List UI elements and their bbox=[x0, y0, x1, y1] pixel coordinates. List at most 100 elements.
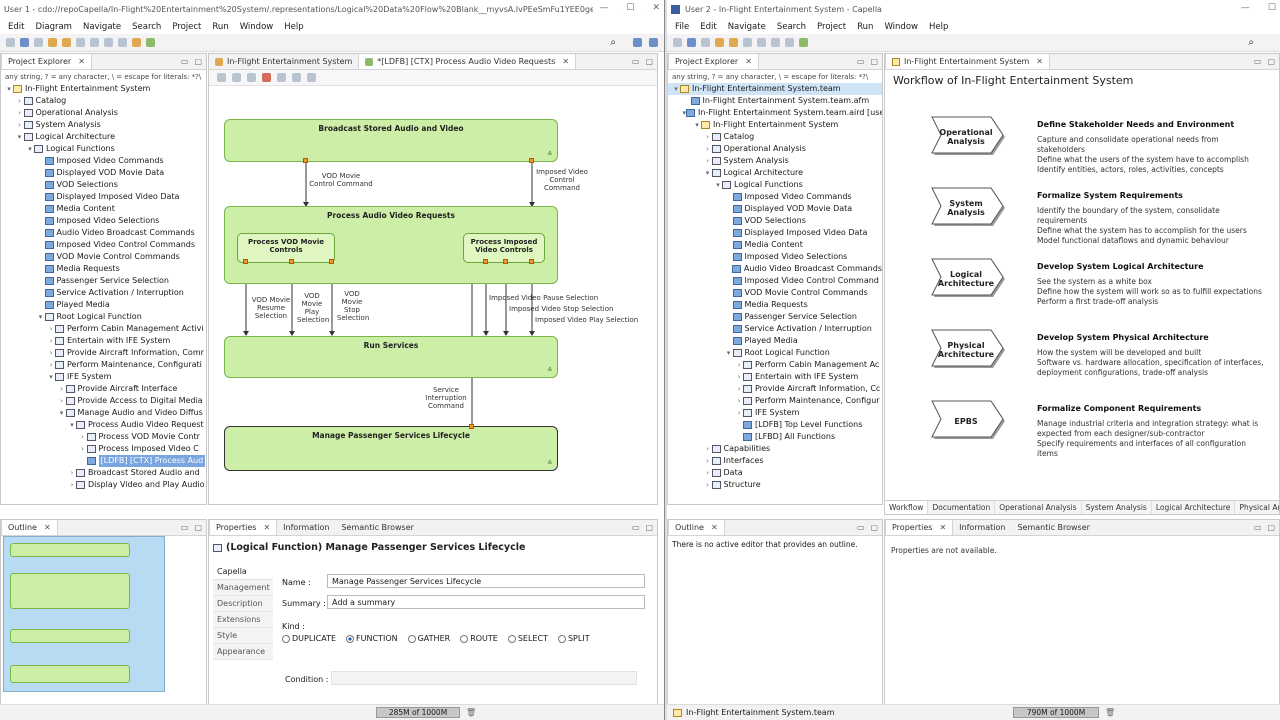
tree-item[interactable]: › System Analysis bbox=[1, 119, 206, 131]
collapse-icon[interactable]: ▾ bbox=[58, 407, 66, 419]
expand-icon[interactable]: › bbox=[735, 395, 743, 407]
tree-item[interactable]: Imposed Video Commands bbox=[668, 191, 882, 203]
expand-icon[interactable]: › bbox=[735, 359, 743, 371]
expand-icon[interactable]: › bbox=[704, 443, 712, 455]
close-tab-icon[interactable]: ✕ bbox=[711, 523, 718, 532]
expand-icon[interactable]: › bbox=[704, 479, 712, 491]
expand-icon[interactable]: › bbox=[79, 431, 87, 443]
tree-item[interactable]: › IFE System bbox=[668, 407, 882, 419]
kind-radio-duplicate[interactable]: DUPLICATE bbox=[282, 634, 336, 643]
heap-status[interactable]: 790M of 1000M bbox=[1013, 707, 1099, 718]
workflow-tab-2[interactable]: Operational Analysis bbox=[995, 501, 1082, 514]
minimize-icon[interactable]: — bbox=[1241, 3, 1250, 13]
tree-item[interactable]: [LDFB] [CTX] Process Aud bbox=[1, 455, 206, 467]
menu-search[interactable]: Search bbox=[777, 22, 806, 32]
kind-radio-gather[interactable]: GATHER bbox=[407, 634, 450, 643]
perspective-icon[interactable] bbox=[633, 38, 642, 47]
collapse-icon[interactable]: ▾ bbox=[47, 371, 55, 383]
tree-item[interactable]: VOD Movie Control Commands bbox=[668, 287, 882, 299]
undo-icon[interactable] bbox=[743, 38, 752, 47]
tab-information[interactable]: Information bbox=[277, 520, 335, 535]
maximize-icon[interactable]: ▢ bbox=[645, 523, 653, 532]
tree-item[interactable]: › Perform Maintenance, Configurati bbox=[1, 359, 206, 371]
name-field[interactable]: Manage Passenger Services Lifecycle bbox=[327, 574, 645, 588]
collapse-icon[interactable]: ▾ bbox=[704, 167, 712, 179]
side-tab-capella[interactable]: Capella bbox=[213, 564, 273, 580]
forward-icon[interactable] bbox=[785, 38, 794, 47]
collapse-icon[interactable]: ▾ bbox=[37, 311, 45, 323]
tree-item[interactable]: Media Requests bbox=[1, 263, 206, 275]
workflow-tab-4[interactable]: Logical Architecture bbox=[1152, 501, 1236, 514]
radio-button[interactable] bbox=[557, 634, 566, 643]
filter-input[interactable]: any string, ? = any character, \ = escap… bbox=[668, 70, 882, 83]
tree-item[interactable]: › Perform Cabin Management Activi bbox=[1, 323, 206, 335]
tree-item[interactable]: ▾ Logical Functions bbox=[1, 143, 206, 155]
tree-item[interactable]: ▾ In-Flight Entertainment System.team.air… bbox=[668, 107, 882, 119]
tree-item[interactable]: Audio Video Broadcast Commands bbox=[1, 227, 206, 239]
collapse-icon[interactable]: ▾ bbox=[693, 119, 701, 131]
expand-icon[interactable]: › bbox=[704, 455, 712, 467]
tree-item[interactable]: › Entertain with IFE System bbox=[1, 335, 206, 347]
build-icon[interactable] bbox=[62, 38, 71, 47]
minimize-icon[interactable]: ▭ bbox=[857, 57, 865, 66]
tree-item[interactable]: › Catalog bbox=[1, 95, 206, 107]
function-run-services[interactable]: Run Services ⩓ bbox=[224, 336, 558, 378]
minimize-icon[interactable]: ▭ bbox=[181, 523, 189, 532]
tree-item[interactable]: › Data bbox=[668, 467, 882, 479]
menu-edit[interactable]: Edit bbox=[700, 22, 716, 32]
tree-item[interactable]: › System Analysis bbox=[668, 155, 882, 167]
tab-project-explorer[interactable]: Project Explorer ✕ bbox=[1, 54, 92, 69]
run-icon[interactable] bbox=[799, 38, 808, 47]
menu-run[interactable]: Run bbox=[857, 22, 873, 32]
tree-item[interactable]: › Structure bbox=[668, 479, 882, 491]
kind-radio-function[interactable]: FUNCTION bbox=[346, 634, 398, 643]
tree-item[interactable]: Service Activation / Interruption bbox=[1, 287, 206, 299]
zoom-icon[interactable] bbox=[232, 73, 241, 82]
tab-semantic-browser[interactable]: Semantic Browser bbox=[335, 520, 419, 535]
collapse-icon[interactable]: ▾ bbox=[672, 83, 680, 95]
flow-label-resume[interactable]: VOD Movie Resume Selection bbox=[251, 296, 291, 320]
menu-project[interactable]: Project bbox=[172, 22, 201, 32]
filter-input[interactable]: any string, ? = any character, \ = escap… bbox=[1, 70, 206, 83]
menu-run[interactable]: Run bbox=[212, 22, 228, 32]
function-manage-passenger[interactable]: Manage Passenger Services Lifecycle ⩓ bbox=[224, 426, 558, 471]
tab-properties[interactable]: Properties ✕ bbox=[209, 520, 278, 535]
tree-item[interactable]: ▾ Process Audio Video Request bbox=[1, 419, 206, 431]
tree-item[interactable]: Displayed VOD Movie Data bbox=[1, 167, 206, 179]
output-port[interactable] bbox=[529, 158, 534, 163]
flow-label-play[interactable]: VOD Movie Play Selection bbox=[297, 292, 329, 324]
print-icon[interactable] bbox=[701, 38, 710, 47]
tree-item[interactable]: › Provide Aircraft Information, Cc bbox=[668, 383, 882, 395]
font-icon[interactable] bbox=[277, 73, 286, 82]
tree-item[interactable]: ▾ Logical Functions bbox=[668, 179, 882, 191]
search-icon[interactable]: ⌕ bbox=[610, 37, 616, 48]
workflow-tab-3[interactable]: System Analysis bbox=[1082, 501, 1152, 514]
expand-icon[interactable]: › bbox=[16, 119, 24, 131]
tree-item[interactable]: Media Content bbox=[668, 239, 882, 251]
kind-radio-select[interactable]: SELECT bbox=[507, 634, 548, 643]
redo-icon[interactable] bbox=[757, 38, 766, 47]
collapse-icon[interactable]: ▾ bbox=[714, 179, 722, 191]
output-port[interactable] bbox=[529, 259, 534, 264]
output-port[interactable] bbox=[469, 424, 474, 429]
tree-item[interactable]: › Provide Aircraft Interface bbox=[1, 383, 206, 395]
menu-file[interactable]: File bbox=[675, 22, 689, 32]
tab-ife-system[interactable]: In-Flight Entertainment System bbox=[209, 54, 358, 69]
back-icon[interactable] bbox=[771, 38, 780, 47]
workflow-step-system-analysis[interactable]: System Analysis bbox=[931, 187, 1009, 229]
tree-item[interactable]: [LFBD] All Functions bbox=[668, 431, 882, 443]
minimize-icon[interactable]: ▭ bbox=[632, 57, 640, 66]
workflow-tab-0[interactable]: Workflow bbox=[885, 501, 929, 514]
tree-item[interactable]: Audio Video Broadcast Commands bbox=[668, 263, 882, 275]
tree-item[interactable]: Media Requests bbox=[668, 299, 882, 311]
output-port[interactable] bbox=[329, 259, 334, 264]
italic-icon[interactable] bbox=[307, 73, 316, 82]
expand-icon[interactable]: › bbox=[16, 95, 24, 107]
tree-item[interactable]: › Catalog bbox=[668, 131, 882, 143]
tree-item[interactable]: › Process VOD Movie Contr bbox=[1, 431, 206, 443]
expand-icon[interactable]: › bbox=[68, 467, 76, 479]
tree-item[interactable]: Imposed Video Control Command bbox=[668, 275, 882, 287]
expand-icon[interactable]: ⩓ bbox=[547, 364, 552, 374]
tab-project-explorer[interactable]: Project Explorer ✕ bbox=[668, 54, 759, 69]
run-icon[interactable] bbox=[146, 38, 155, 47]
